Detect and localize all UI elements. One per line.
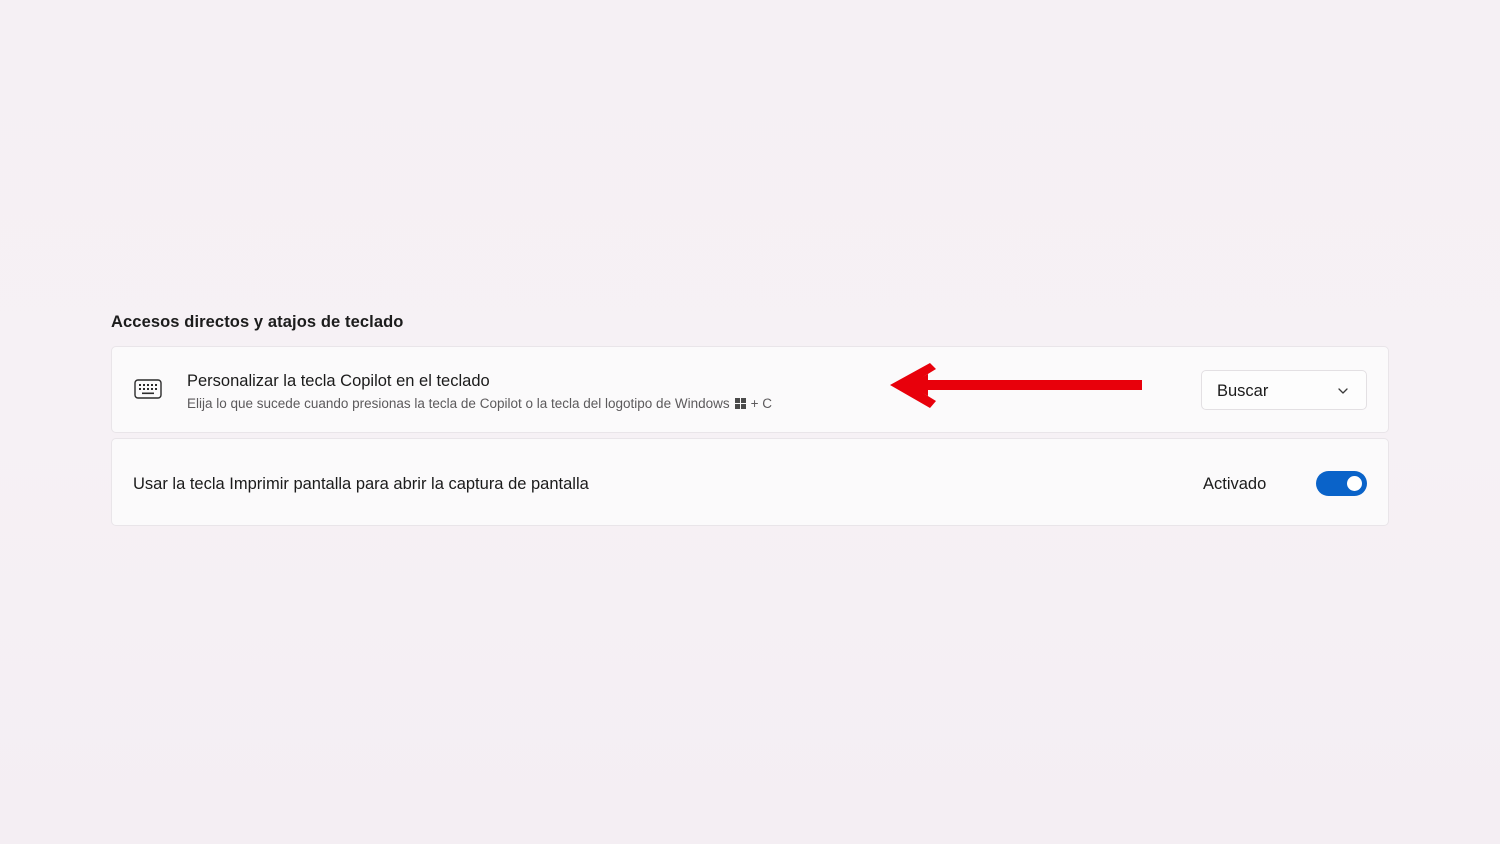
print-screen-setting-card: Usar la tecla Imprimir pantalla para abr… — [111, 438, 1389, 526]
dropdown-selected-value: Buscar — [1217, 382, 1269, 400]
copilot-key-setting-card: Personalizar la tecla Copilot en el tecl… — [111, 346, 1389, 433]
keyboard-icon — [134, 378, 162, 400]
settings-page: Accesos directos y atajos de teclado Per… — [0, 0, 1500, 844]
copilot-setting-description: Elija lo que sucede cuando presionas la … — [187, 396, 772, 411]
print-screen-setting-label: Usar la tecla Imprimir pantalla para abr… — [133, 475, 589, 493]
section-title: Accesos directos y atajos de teclado — [111, 313, 404, 331]
copilot-description-text: Elija lo que sucede cuando presionas la … — [187, 396, 730, 411]
windows-logo-icon — [734, 398, 746, 409]
copilot-setting-title: Personalizar la tecla Copilot en el tecl… — [187, 372, 490, 390]
copilot-action-dropdown[interactable]: Buscar — [1201, 370, 1367, 410]
chevron-down-icon — [1337, 385, 1349, 397]
red-arrow-annotation-icon — [888, 361, 1144, 411]
print-screen-toggle[interactable] — [1316, 471, 1367, 496]
toggle-state-label: Activado — [1203, 475, 1267, 493]
toggle-knob — [1347, 476, 1362, 491]
copilot-shortcut-text: + C — [750, 396, 772, 411]
